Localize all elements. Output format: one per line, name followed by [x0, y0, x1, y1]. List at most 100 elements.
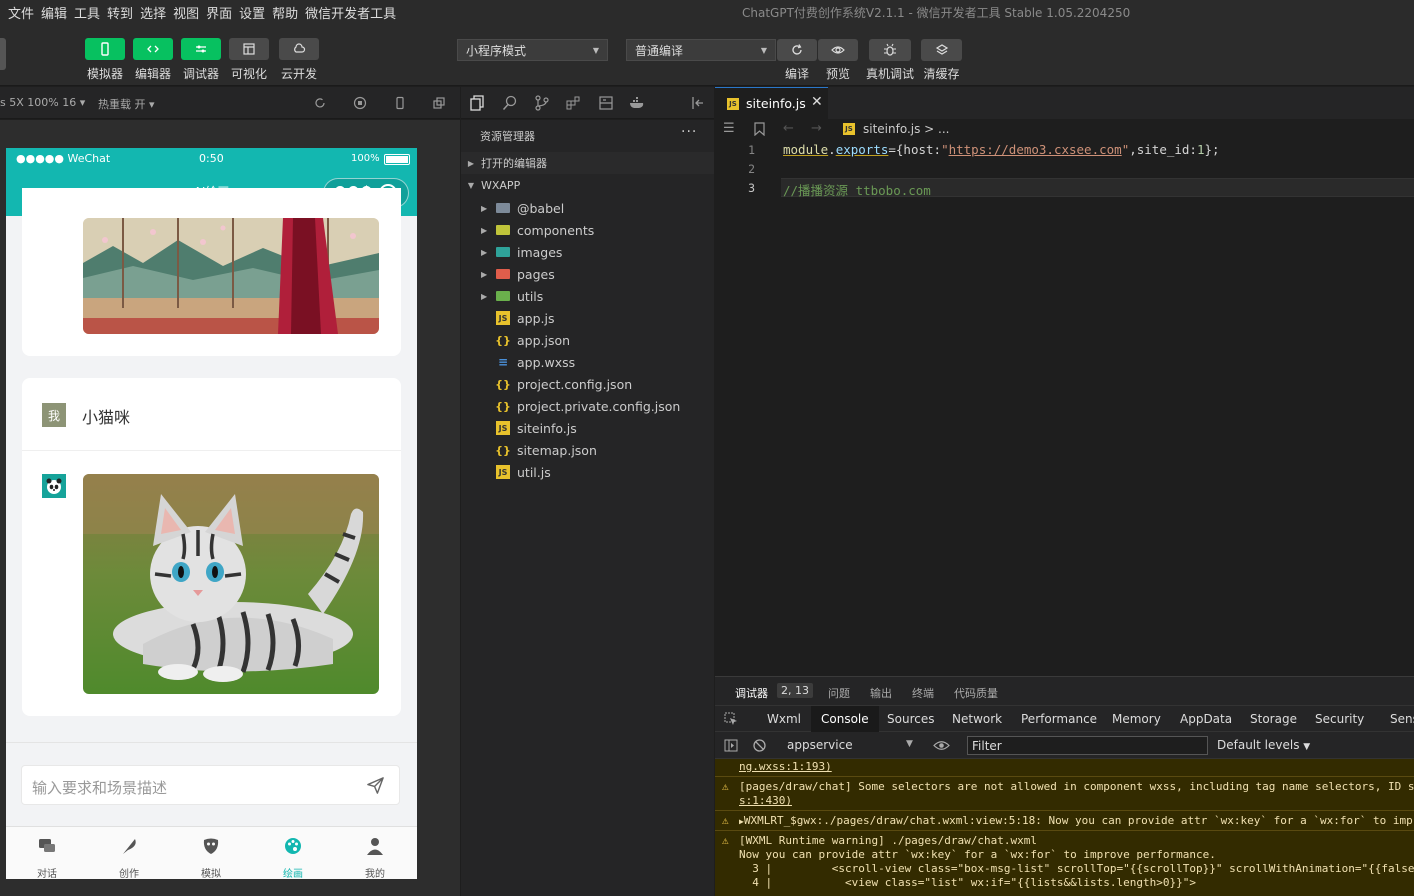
menu-settings[interactable]: 设置 [239, 3, 272, 22]
generated-image[interactable] [83, 218, 379, 334]
mode-select[interactable]: 小程序模式 ▼ [457, 39, 608, 61]
caret-down-icon[interactable]: ▼ [906, 739, 913, 749]
tab-siteinfo-js[interactable]: JS siteinfo.js ✕ [715, 87, 828, 119]
send-icon[interactable] [366, 776, 385, 795]
folder-utils[interactable]: ▶ utils [461, 285, 714, 307]
cloud-button[interactable] [279, 38, 319, 60]
context-select[interactable]: appservice [787, 738, 853, 752]
devtab-appdata[interactable]: AppData [1180, 712, 1232, 726]
file-app-json[interactable]: {} app.json [461, 329, 714, 351]
devtab-storage[interactable]: Storage [1250, 712, 1297, 726]
feather-icon [123, 839, 136, 854]
menu-goto[interactable]: 转到 [107, 3, 140, 22]
device-select[interactable]: s 5X 100% 16 ▾ [0, 96, 85, 109]
kitten-image[interactable] [83, 474, 379, 694]
compile-select[interactable]: 普通编译 ▼ [626, 39, 776, 61]
more-actions-icon[interactable]: ··· [681, 124, 697, 140]
close-icon[interactable]: ✕ [811, 94, 823, 110]
folder-pages[interactable]: ▶ pages [461, 263, 714, 285]
menu-view[interactable]: 视图 [173, 3, 206, 22]
devtab-memory[interactable]: Memory [1112, 712, 1161, 726]
refresh-icon[interactable] [313, 96, 327, 110]
file-app-js[interactable]: JS app.js [461, 307, 714, 329]
search-icon[interactable] [502, 95, 518, 111]
file-siteinfo-js[interactable]: JS siteinfo.js [461, 417, 714, 439]
storage-icon[interactable] [598, 95, 614, 111]
menu-tools[interactable]: 工具 [74, 3, 107, 22]
log-levels-select[interactable]: Default levels ▼ [1217, 738, 1310, 752]
file-app-wxss[interactable]: ≡ app.wxss [461, 351, 714, 373]
folder-components[interactable]: ▶ components [461, 219, 714, 241]
tab-code-quality[interactable]: 代码质量 [954, 685, 998, 701]
chevron-right-icon: ▶ [481, 203, 488, 213]
tab-debugger[interactable]: 调试器 [735, 685, 768, 701]
folder-babel[interactable]: ▶ @babel [461, 197, 714, 219]
open-editors-section[interactable]: ▶ 打开的编辑器 [461, 152, 714, 174]
file-project-config[interactable]: {} project.config.json [461, 373, 714, 395]
forward-arrow-icon[interactable]: → [811, 121, 822, 136]
tab-problems[interactable]: 问题 [828, 685, 850, 701]
devtab-console[interactable]: Console [811, 706, 879, 732]
phone-icon[interactable] [393, 96, 407, 110]
compile-button[interactable] [777, 39, 817, 61]
caret-down-icon: ▼ [760, 45, 767, 55]
file-sitemap-json[interactable]: {} sitemap.json [461, 439, 714, 461]
debugger-button[interactable] [181, 38, 221, 60]
tab-simulate[interactable]: 模拟 [170, 827, 252, 879]
breadcrumb[interactable]: siteinfo.js > ... [863, 122, 950, 136]
popout-icon[interactable] [432, 96, 446, 110]
tab-mine[interactable]: 我的 [334, 827, 416, 879]
tab-draw[interactable]: 绘画 [252, 827, 334, 879]
devtab-network[interactable]: Network [952, 712, 1002, 726]
inspect-element-icon[interactable] [724, 712, 738, 726]
stop-icon[interactable] [353, 96, 367, 110]
menu-devtools[interactable]: 微信开发者工具 [305, 3, 403, 22]
avatar[interactable] [0, 38, 6, 70]
devtab-sources[interactable]: Sources [887, 712, 934, 726]
collapse-panel-icon[interactable] [690, 95, 706, 111]
menu-file[interactable]: 文件 [8, 3, 41, 22]
console-line[interactable]: ▶WXMLRT_$gwx:./pages/draw/chat.wxml:view… [739, 814, 1413, 827]
simulator-button[interactable] [85, 38, 125, 60]
docker-icon[interactable] [629, 95, 646, 111]
project-section[interactable]: ▼ WXAPP [461, 174, 714, 196]
filter-input[interactable]: Filter [967, 736, 1208, 755]
devtab-wxml[interactable]: Wxml [767, 712, 801, 726]
console-line[interactable]: s:1:430) [739, 794, 792, 807]
tab-create[interactable]: 创作 [88, 827, 170, 879]
menu-select[interactable]: 选择 [140, 3, 173, 22]
menu-edit[interactable]: 编辑 [41, 3, 74, 22]
folder-images[interactable]: ▶ images [461, 241, 714, 263]
preview-button[interactable] [818, 39, 858, 61]
console-line[interactable]: ng.wxss:1:193) [739, 760, 832, 773]
devtab-security[interactable]: Security [1315, 712, 1364, 726]
devtab-sensors[interactable]: Sens [1390, 712, 1414, 726]
tab-output[interactable]: 输出 [870, 685, 892, 701]
menu-interface[interactable]: 界面 [206, 3, 239, 22]
prompt-input[interactable]: 输入要求和场景描述 [21, 765, 400, 805]
clear-cache-button[interactable] [921, 39, 962, 61]
real-debug-button[interactable] [869, 39, 911, 61]
mask-icon [203, 838, 219, 854]
extensions-icon[interactable] [565, 95, 581, 111]
file-util-js[interactable]: JS util.js [461, 461, 714, 483]
menu-help[interactable]: 帮助 [272, 3, 305, 22]
tab-terminal[interactable]: 终端 [912, 685, 934, 701]
tab-chat[interactable]: 对话 [6, 827, 88, 879]
bookmark-icon[interactable] [754, 122, 765, 136]
file-project-private-config[interactable]: {} project.private.config.json [461, 395, 714, 417]
clear-console-icon[interactable] [753, 739, 766, 752]
files-icon[interactable] [469, 95, 485, 111]
git-branch-icon[interactable] [534, 95, 550, 111]
back-arrow-icon[interactable]: ← [783, 121, 794, 136]
eye-icon[interactable] [933, 739, 950, 752]
editor-button[interactable] [133, 38, 173, 60]
devtab-performance[interactable]: Performance [1021, 712, 1097, 726]
sidebar-toggle-icon[interactable] [724, 739, 738, 752]
user-avatar: 我 [42, 403, 66, 427]
code-editor[interactable]: 1 2 3 module.exports={host:"https://demo… [715, 141, 1414, 675]
url-link[interactable]: https://demo3.cxsee.com [949, 142, 1122, 157]
list-icon[interactable]: ☰ [723, 121, 735, 136]
visual-button[interactable] [229, 38, 269, 60]
hot-reload-select[interactable]: 热重载 开 ▾ [98, 96, 155, 112]
